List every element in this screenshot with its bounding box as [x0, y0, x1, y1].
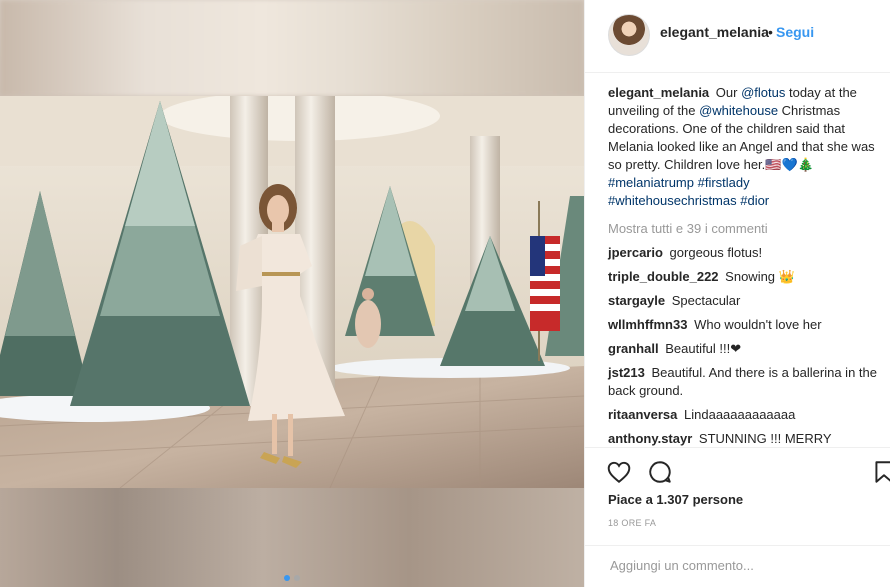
post-actions: Piace a 1.307 persone 18 ORE FA — [585, 447, 890, 588]
comments-section: elegant_melania Our @flotus today at the… — [608, 84, 878, 454]
comment-item: jst213 Beautiful. And there is a balleri… — [608, 364, 878, 400]
blurred-background-top — [0, 0, 584, 96]
mention-link-whitehouse[interactable]: @whitehouse — [699, 103, 778, 118]
comment-username[interactable]: ritaanversa — [608, 407, 677, 422]
comment-bubble-icon[interactable] — [647, 459, 673, 485]
comment-item: wllmhffmn33 Who wouldn't love her — [608, 316, 878, 334]
post-timestamp[interactable]: 18 ORE FA — [608, 518, 656, 528]
comment-text: Lindaaaaaaaaaaaa — [684, 407, 796, 422]
comment-item: anthony.stayr STUNNING !!! MERRY — [608, 430, 878, 448]
comment-username[interactable]: granhall — [608, 341, 659, 356]
avatar[interactable] — [608, 14, 650, 56]
comment-username[interactable]: stargayle — [608, 293, 665, 308]
post-caption: elegant_melania Our @flotus today at the… — [608, 84, 878, 210]
header-username[interactable]: elegant_melania — [660, 24, 769, 40]
add-comment-input[interactable] — [608, 557, 872, 574]
comment-text: Beautiful !!!❤ — [665, 341, 742, 356]
carousel-dot — [294, 575, 300, 581]
caption-text-1: Our — [715, 85, 742, 100]
post-photo[interactable] — [0, 96, 584, 488]
comment-text: STUNNING !!! MERRY — [698, 431, 832, 446]
comment-item: granhall Beautiful !!!❤ — [608, 340, 878, 358]
follow-button[interactable]: Segui — [776, 24, 814, 40]
view-all-comments-link[interactable]: Mostra tutti e 39 i commenti — [608, 220, 878, 238]
comment-username[interactable]: anthony.stayr — [608, 431, 692, 446]
photo-illustration — [0, 96, 584, 488]
carousel-dot-active — [284, 575, 290, 581]
comment-text: Who wouldn't love her — [694, 317, 822, 332]
comment-text: gorgeous flotus! — [669, 245, 763, 260]
comment-text: Spectacular — [671, 293, 741, 308]
post-media[interactable] — [0, 0, 584, 587]
comment-item: ritaanversa Lindaaaaaaaaaaaa — [608, 406, 878, 424]
heart-icon[interactable] — [606, 459, 632, 485]
comment-item: triple_double_222 Snowing 👑 — [608, 268, 878, 286]
comment-item: jpercario gorgeous flotus! — [608, 244, 878, 262]
comment-item: stargayle Spectacular — [608, 292, 878, 310]
likes-count[interactable]: Piace a 1.307 persone — [608, 492, 743, 507]
mention-link-flotus[interactable]: @flotus — [741, 85, 785, 100]
comment-username[interactable]: jpercario — [608, 245, 663, 260]
comment-username[interactable]: triple_double_222 — [608, 269, 719, 284]
comment-text: Snowing 👑 — [725, 269, 795, 284]
comment-text: Beautiful. And there is a ballerina in t… — [608, 365, 877, 398]
carousel-indicator — [0, 568, 584, 586]
header-separator: • — [768, 24, 773, 40]
post-header: elegant_melania • Segui — [585, 0, 890, 73]
comment-username[interactable]: jst213 — [608, 365, 645, 380]
post-side-panel: elegant_melania • Segui elegant_melania … — [584, 0, 890, 587]
add-comment-bar — [585, 545, 890, 588]
caption-username[interactable]: elegant_melania — [608, 85, 709, 100]
comment-username[interactable]: wllmhffmn33 — [608, 317, 687, 332]
bookmark-icon[interactable] — [871, 459, 890, 485]
caption-hashtags[interactable]: #melaniatrump #firstlady #whitehousechri… — [608, 174, 878, 210]
